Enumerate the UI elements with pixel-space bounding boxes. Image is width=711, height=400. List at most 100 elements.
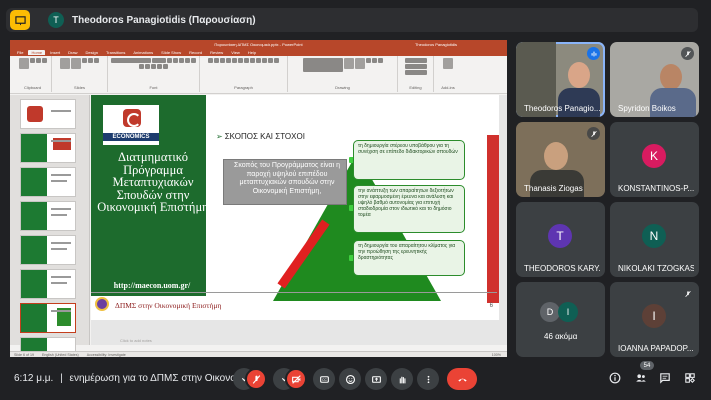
meeting-title: ενημέρωση για το ΔΠΜΣ στην Οικονομι... <box>69 373 253 384</box>
participant-count-badge: 54 <box>640 361 654 370</box>
ppt-ribbon-tabs: File Home Insert Draw Design Transitions… <box>10 48 507 56</box>
ribbon-group-font[interactable]: Font <box>108 56 200 92</box>
participant-tile[interactable]: K KONSTANTINOS-P... <box>610 122 699 197</box>
tab-help[interactable]: Help <box>245 50 259 55</box>
participant-face <box>568 62 590 88</box>
tab-file[interactable]: File <box>14 50 26 55</box>
present-button[interactable] <box>365 368 387 390</box>
info-icon <box>609 372 621 384</box>
emoji-icon <box>345 374 355 384</box>
ribbon-group-drawing[interactable]: Drawing <box>288 56 398 92</box>
speaking-indicator-icon <box>587 47 600 60</box>
svg-text:CC: CC <box>322 377 327 381</box>
participant-tile[interactable]: I IOANNA PAPADOP... <box>610 282 699 357</box>
people-icon <box>636 374 646 382</box>
hand-icon <box>399 376 405 383</box>
slide-page-number: 6 <box>489 303 493 309</box>
tab-home[interactable]: Home <box>28 49 46 55</box>
aim-text: Σκοπός του Προγράμματος είναι η παροχή υ… <box>234 162 340 195</box>
slide-thumbnail[interactable] <box>20 201 76 231</box>
slide-green-panel: ECONOMICS Διατμηματικό Πρόγραμμα Μεταπτυ… <box>91 95 209 296</box>
participant-avatar: I <box>642 304 666 328</box>
economics-logo: ECONOMICS <box>103 105 159 145</box>
participant-tile[interactable]: Thanasis Ziogas <box>516 122 605 197</box>
notes-placeholder[interactable]: Click to add notes <box>120 338 152 343</box>
slide-thumbnail[interactable] <box>20 235 76 265</box>
participant-tile[interactable]: T THEODOROS KARY... <box>516 202 605 277</box>
slide-thumbnail[interactable] <box>20 167 76 197</box>
participant-name: KONSTANTINOS-P... <box>618 184 694 193</box>
participant-avatar: D <box>540 302 560 322</box>
presentation-icon[interactable] <box>10 10 30 30</box>
more-participants-tile[interactable]: D I 46 ακόμα <box>516 282 605 357</box>
captions-button[interactable]: CC <box>313 368 335 390</box>
slide-footer-text: ΔΠΜΣ στην Οικονομική Επιστήμη <box>115 301 222 310</box>
participant-tile[interactable]: Theodoros Panagio... <box>516 42 605 117</box>
participant-tile[interactable]: Spyridon Boikos <box>610 42 699 117</box>
tab-transitions[interactable]: Transitions <box>103 50 128 55</box>
leave-call-button[interactable] <box>447 368 477 390</box>
participant-tile[interactable]: N NIKOLAKI TZOGKAS <box>610 202 699 277</box>
status-accessibility[interactable]: Accessibility: Investigate <box>87 353 126 357</box>
arrow-bullet-icon: ➢ <box>216 132 223 141</box>
slide-thumbnail[interactable] <box>20 133 76 163</box>
status-zoom[interactable]: 100% <box>492 353 501 357</box>
participant-avatar: N <box>642 224 666 248</box>
tab-animations[interactable]: Animations <box>130 50 156 55</box>
clock-time: 6:12 μ.μ. <box>14 373 54 384</box>
ribbon-group-editing[interactable]: Editing <box>398 56 434 92</box>
slide-thumbnail[interactable]: 1 <box>20 99 76 129</box>
people-button[interactable] <box>634 371 648 385</box>
mic-off-icon <box>681 287 694 300</box>
ribbon-group-slides[interactable]: Slides <box>52 56 108 92</box>
ribbon-group-clipboard[interactable]: Clipboard <box>14 56 52 92</box>
slide-thumbnail-pane[interactable]: 1 <box>10 95 90 357</box>
reactions-button[interactable] <box>339 368 361 390</box>
tab-record[interactable]: Record <box>186 50 205 55</box>
camera-toggle-button[interactable] <box>285 368 307 390</box>
goal-text: την ανάπτυξη των απαραίτητων δεξιοτήτων … <box>358 188 454 218</box>
activities-button[interactable] <box>683 371 697 385</box>
ppt-title-bar: Παρουσίαση ΔΠΜΣ Οικονομικά.pptx - PowerP… <box>10 40 507 48</box>
economics-logo-text: ECONOMICS <box>103 133 159 141</box>
ribbon-group-addins[interactable]: Add-ins <box>434 56 462 92</box>
tab-design[interactable]: Design <box>82 50 100 55</box>
goal-text: τη δημιουργία στέρεου υποβάθρου για τη σ… <box>358 143 458 155</box>
tab-draw[interactable]: Draw <box>65 50 80 55</box>
info-separator: | <box>60 373 63 384</box>
chat-button[interactable] <box>658 371 672 385</box>
participant-avatar: I <box>558 302 578 322</box>
tab-review[interactable]: Review <box>207 50 226 55</box>
tab-view[interactable]: View <box>228 50 243 55</box>
participant-name: Spyridon Boikos <box>618 104 676 113</box>
present-screen-icon <box>371 375 381 383</box>
presenter-avatar: T <box>48 12 64 28</box>
slide-heading: ➢ ΣΚΟΠΟΣ ΚΑΙ ΣΤΟΧΟΙ <box>216 132 305 141</box>
participant-name: IOANNA PAPADOP... <box>618 344 694 353</box>
hang-up-icon <box>457 378 467 382</box>
participant-avatar: K <box>642 144 666 168</box>
red-bar-shape <box>487 135 499 303</box>
participant-name: THEODOROS KARY... <box>524 264 600 273</box>
more-options-button[interactable] <box>417 368 439 390</box>
participant-name: Thanasis Ziogas <box>524 184 583 193</box>
mic-off-icon <box>681 47 694 60</box>
raise-hand-button[interactable] <box>391 368 413 390</box>
mic-toggle-button[interactable] <box>245 368 267 390</box>
slide-thumbnail-selected[interactable] <box>20 303 76 333</box>
ribbon-group-paragraph[interactable]: Paragraph <box>200 56 288 92</box>
mic-off-icon <box>587 127 600 140</box>
tab-slide-show[interactable]: Slide Show <box>158 50 184 55</box>
participant-face <box>544 142 568 170</box>
program-title: Διατμηματικό Πρόγραμμα Μεταπτυχιακών Σπο… <box>97 150 209 214</box>
slide-footer-divider <box>91 292 497 293</box>
ppt-ribbon: Clipboard Slides Font Paragraph Drawing … <box>10 56 507 94</box>
slide-heading-text: ΣΚΟΠΟΣ ΚΑΙ ΣΤΟΧΟΙ <box>224 132 305 141</box>
meeting-details-button[interactable] <box>608 371 622 385</box>
tab-insert[interactable]: Insert <box>47 50 63 55</box>
slide-thumbnail[interactable] <box>20 269 76 299</box>
goal-box: τη δημιουργία στέρεου υποβάθρου για τη σ… <box>353 140 465 180</box>
meeting-info: 6:12 μ.μ. | ενημέρωση για το ΔΠΜΣ στην Ο… <box>14 373 252 384</box>
presenter-banner: T Theodoros Panagiotidis (Παρουσίαση) <box>6 8 698 32</box>
activities-icon <box>685 373 695 383</box>
